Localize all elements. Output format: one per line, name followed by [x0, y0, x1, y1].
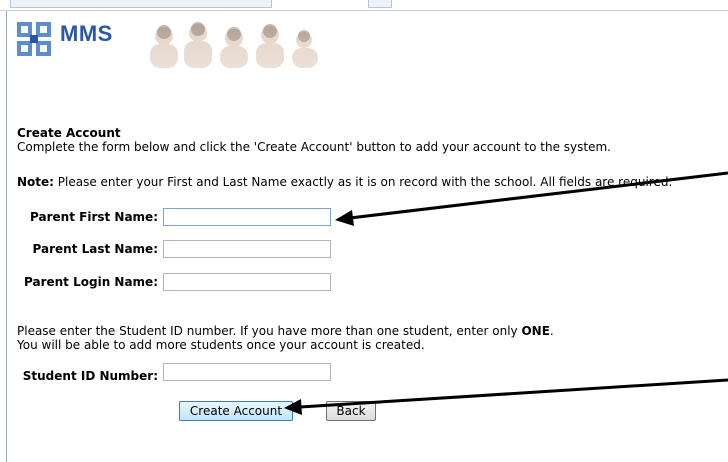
instructions-text: Please enter the Student ID number. If y… [17, 324, 522, 338]
student-id-label: Student ID Number: [22, 369, 158, 383]
browser-tab[interactable] [368, 0, 392, 8]
header-band [16, 16, 728, 68]
browser-tab[interactable] [10, 0, 272, 8]
instructions-emphasis: ONE [521, 324, 550, 338]
student-id-field[interactable] [163, 363, 331, 381]
annotation-arrowhead-first-name [335, 210, 354, 226]
brand-name: MMS [60, 21, 113, 46]
page-title: Create Account [17, 126, 121, 140]
last-name-field[interactable] [163, 240, 331, 258]
page-border [6, 11, 7, 462]
student-instructions-line1: Please enter the Student ID number. If y… [17, 324, 554, 338]
first-name-label: Parent First Name: [30, 210, 158, 224]
mms-logo-icon [17, 22, 51, 56]
annotation-arrows [284, 171, 728, 415]
note-text: Note: Please enter your First and Last N… [17, 175, 672, 189]
instructions-end: . [549, 324, 554, 338]
divider [0, 10, 728, 11]
login-name-field[interactable] [163, 273, 331, 291]
create-account-button[interactable]: Create Account [179, 401, 293, 421]
intro-text: Complete the form below and click the 'C… [17, 140, 611, 154]
note-label: Note: [17, 175, 54, 189]
first-name-field[interactable] [163, 208, 331, 226]
student-instructions-line2: You will be able to add more students on… [17, 338, 425, 352]
last-name-label: Parent Last Name: [32, 242, 158, 256]
header-photo [136, 22, 326, 68]
note-body: Please enter your First and Last Name ex… [53, 175, 673, 189]
login-name-label: Parent Login Name: [24, 275, 158, 289]
browser-tab-strip [0, 0, 728, 10]
site-header: MMS [16, 16, 728, 68]
back-button[interactable]: Back [326, 401, 376, 421]
